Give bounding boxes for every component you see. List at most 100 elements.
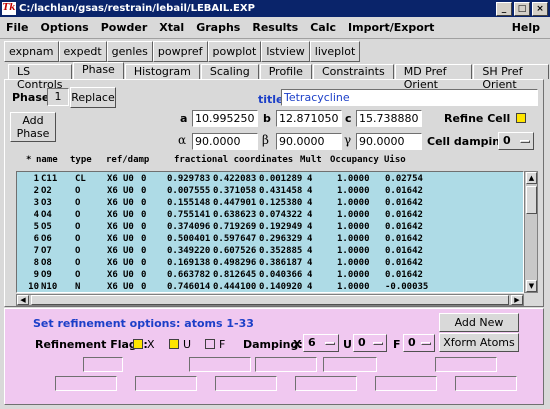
cell-beta-input[interactable]: 90.0000 — [276, 133, 342, 150]
tab-histogram[interactable]: Histogram — [124, 64, 200, 79]
refine-entry[interactable] — [255, 357, 317, 372]
atom-mult: 4 — [307, 270, 313, 280]
close-button[interactable]: × — [532, 1, 548, 16]
cell-damping-menu[interactable]: 0 — [498, 132, 534, 150]
tab-ls-controls[interactable]: LS Controls — [8, 64, 72, 91]
atom-index: 2 — [33, 186, 39, 196]
title-bar[interactable]: Tk C:/lachlan/gsas/restrain/lebail/LEBAI… — [0, 0, 550, 17]
menu-xtal[interactable]: Xtal — [153, 21, 190, 34]
atom-ref-flag: X6 — [107, 234, 118, 244]
menu-options[interactable]: Options — [35, 21, 95, 34]
atom-row[interactable]: 6 O6 O X6 U0 0 0.500401 0.597647 0.296329 4 1.0000… — [17, 233, 523, 245]
liveplot-button[interactable]: liveplot — [309, 41, 361, 62]
scroll-up-arrow-icon[interactable]: ▲ — [526, 172, 537, 184]
tab-constraints[interactable]: Constraints — [312, 64, 394, 79]
minimize-button[interactable]: _ — [496, 1, 512, 16]
phase-number[interactable]: 1 — [47, 88, 69, 106]
atom-list-vertical-scrollbar[interactable]: ▲ ▼ — [524, 171, 538, 293]
tab-md-pref-orient[interactable]: MD Pref Orient — [394, 64, 473, 91]
atom-index: 6 — [33, 234, 39, 244]
flag-u-checkbox[interactable] — [169, 339, 179, 349]
tab-scaling[interactable]: Scaling — [200, 64, 259, 79]
expnam-button[interactable]: expnam — [4, 41, 59, 62]
title-input[interactable]: Tetracycline — [281, 89, 538, 106]
vertical-scroll-thumb[interactable] — [526, 186, 537, 214]
col-fractional-coordinates: fractional coordinates — [174, 155, 294, 165]
atom-ref-flag: X6 — [107, 282, 118, 292]
cell-a-input[interactable]: 10.995250 — [192, 110, 258, 127]
add-new-atoms-button[interactable]: Add New Atoms — [439, 313, 519, 346]
refine-entry[interactable] — [83, 357, 123, 372]
refine-entry[interactable] — [295, 376, 357, 391]
menu-file[interactable]: File — [0, 21, 35, 34]
atom-x: 0.374096 — [167, 222, 211, 232]
xform-atoms-button[interactable]: Xform Atoms — [439, 333, 519, 352]
lstview-button[interactable]: lstview — [261, 41, 310, 62]
expedt-button[interactable]: expedt — [58, 41, 107, 62]
atom-uiso: 0.01642 — [385, 198, 423, 208]
flag-x-checkbox[interactable] — [133, 339, 143, 349]
atom-list-horizontal-scrollbar[interactable]: ◀ ▶ — [16, 294, 524, 306]
refine-entry[interactable] — [455, 376, 517, 391]
atom-row[interactable]: 1 C11 CL X6 U0 0 0.929783 0.422083 0.001289 4 1.00… — [17, 173, 523, 185]
cell-gamma-input[interactable]: 90.0000 — [356, 133, 422, 150]
damping-x-menu[interactable]: 6 — [303, 334, 339, 352]
damping-u-menu[interactable]: 0 — [353, 334, 387, 352]
refine-cell-checkbox[interactable] — [516, 113, 526, 123]
menu-results[interactable]: Results — [246, 21, 304, 34]
scroll-right-arrow-icon[interactable]: ▶ — [511, 295, 523, 305]
atom-list[interactable]: 1 C11 CL X6 U0 0 0.929783 0.422083 0.001289 4 1.00… — [16, 171, 524, 293]
maximize-button[interactable]: □ — [514, 1, 530, 16]
atom-name: N10 — [41, 282, 58, 292]
atom-row[interactable]: 2 O2 O X6 U0 0 0.007555 0.371058 0.431458 4 1.0000… — [17, 185, 523, 197]
atom-name: C11 — [41, 174, 58, 184]
refine-entry[interactable] — [215, 376, 277, 391]
scroll-down-arrow-icon[interactable]: ▼ — [526, 280, 537, 292]
horizontal-scroll-thumb[interactable] — [31, 295, 509, 305]
scroll-left-arrow-icon[interactable]: ◀ — [17, 295, 29, 305]
atom-row[interactable]: 4 O4 O X6 U0 0 0.755141 0.638623 0.074322 4 1.0000… — [17, 209, 523, 221]
atom-uiso: 0.01642 — [385, 270, 423, 280]
atom-row[interactable]: 8 O8 O X6 U0 0 0.169138 0.498296 0.386187 4 1.0000… — [17, 257, 523, 269]
atom-row[interactable]: 3 O3 O X6 U0 0 0.155148 0.447901 0.125380 4 1.0000… — [17, 197, 523, 209]
menu-calc[interactable]: Calc — [304, 21, 342, 34]
cell-alpha-input[interactable]: 90.0000 — [192, 133, 258, 150]
atom-x: 0.349220 — [167, 246, 211, 256]
refine-entry[interactable] — [189, 357, 251, 372]
replace-button[interactable]: Replace — [70, 87, 116, 108]
powplot-button[interactable]: powplot — [207, 41, 262, 62]
menu-import-export[interactable]: Import/Export — [342, 21, 440, 34]
atom-row[interactable]: 9 O9 O X6 U0 0 0.663782 0.812645 0.040366 4 1.0000… — [17, 269, 523, 281]
tab-sh-pref-orient[interactable]: SH Pref Orient — [473, 64, 550, 91]
atom-x: 0.500401 — [167, 234, 211, 244]
col-name: name — [36, 155, 58, 165]
atom-row[interactable]: 5 O5 O X6 U0 0 0.374096 0.719269 0.192949 4 1.0000… — [17, 221, 523, 233]
col-ref-damp: ref/damp — [106, 155, 150, 165]
flag-f-checkbox[interactable] — [205, 339, 215, 349]
refine-entry[interactable] — [135, 376, 197, 391]
atom-table-header: * name type ref/damp fractional coordina… — [16, 155, 526, 169]
refine-entry[interactable] — [435, 357, 497, 372]
tab-profile[interactable]: Profile — [259, 64, 312, 79]
damping-f-menu[interactable]: 0 — [403, 334, 435, 352]
atom-name: O3 — [41, 198, 52, 208]
damping-x-label: X — [293, 338, 302, 351]
genles-button[interactable]: genles — [106, 41, 153, 62]
menu-powder[interactable]: Powder — [95, 21, 154, 34]
cell-c-input[interactable]: 15.738880 — [356, 110, 422, 127]
powpref-button[interactable]: powpref — [152, 41, 208, 62]
tab-phase[interactable]: Phase — [72, 62, 124, 79]
atom-row[interactable]: 7 O7 O X6 U0 0 0.349220 0.607526 0.352885 4 1.0000… — [17, 245, 523, 257]
add-phase-button[interactable]: Add Phase — [10, 112, 56, 142]
atom-name: O6 — [41, 234, 52, 244]
dropdown-indicator-icon — [373, 342, 383, 345]
refine-entry[interactable] — [375, 376, 437, 391]
cell-gamma-label: γ — [344, 133, 352, 147]
atom-y: 0.498296 — [213, 258, 257, 268]
atom-row[interactable]: 10 N10 N X6 U0 0 0.746014 0.444100 0.140920 4 1.00… — [17, 281, 523, 292]
refine-entry[interactable] — [323, 357, 377, 372]
menu-graphs[interactable]: Graphs — [190, 21, 246, 34]
cell-b-input[interactable]: 12.871050 — [276, 110, 342, 127]
refine-entry[interactable] — [55, 376, 117, 391]
menu-help[interactable]: Help — [506, 21, 546, 34]
